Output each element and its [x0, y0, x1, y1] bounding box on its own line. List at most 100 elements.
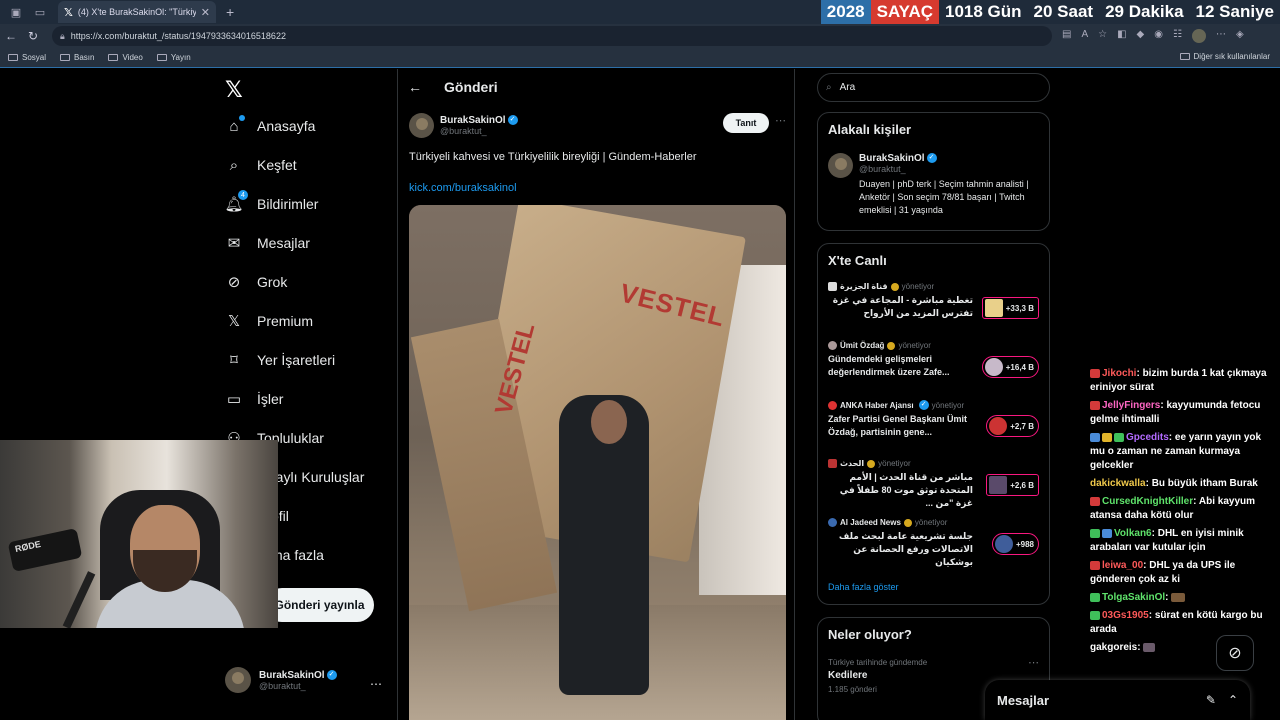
- messages-dock-title: Mesajlar: [997, 692, 1050, 708]
- trend-more-icon[interactable]: ⋯: [1028, 656, 1039, 669]
- back-arrow-icon[interactable]: ←: [408, 79, 422, 95]
- nav-grok[interactable]: ⊘ Grok: [225, 273, 288, 291]
- x-logo-icon[interactable]: 𝕏: [225, 77, 243, 103]
- live-item[interactable]: Ümit Özdağ yönetiyor Gündemdeki gelişmele…: [828, 341, 1043, 379]
- menu-icon[interactable]: ⋯: [1216, 29, 1226, 43]
- counter-hours: 20 Saat: [1033, 2, 1094, 21]
- nav-explore[interactable]: ⌕ Keşfet: [225, 156, 297, 174]
- post-author[interactable]: BurakSakinOl ✓ @buraktut_: [409, 113, 518, 138]
- post-button[interactable]: Gönderi yayınla: [265, 588, 374, 622]
- chat-message: 03Gs1905: sürat en kötü kargo bu arada: [1090, 610, 1263, 635]
- messages-dock[interactable]: Mesajlar ✎ ⌃: [985, 680, 1250, 720]
- profile-avatar[interactable]: [1191, 29, 1206, 43]
- live-item[interactable]: قناة الجزيرة yönetiyor تغطية مباشرة - الم…: [828, 282, 1043, 320]
- nav-premium[interactable]: 𝕏 Premium: [225, 312, 313, 330]
- counter-minutes: 29 Dakika: [1105, 2, 1184, 21]
- grok-icon: ⊘: [1228, 645, 1242, 662]
- live-item[interactable]: ANKA Haber Ajansı ✓ yönetiyor Zafer Partis…: [828, 400, 1043, 439]
- favorite-star-icon[interactable]: ☆: [1098, 29, 1107, 43]
- new-tab-icon[interactable]: +: [226, 4, 234, 20]
- trend-name[interactable]: Kedilere: [828, 670, 867, 681]
- avatar[interactable]: [828, 153, 853, 178]
- back-icon[interactable]: ←: [0, 29, 22, 43]
- read-aloud-icon[interactable]: A: [1081, 29, 1088, 43]
- bookmark-folder[interactable]: Basın: [60, 53, 94, 62]
- promote-button[interactable]: Tanıt: [723, 113, 769, 133]
- chat-emote-icon: [1143, 642, 1156, 652]
- verified-badge-icon: ✓: [326, 669, 337, 680]
- live-source-row: ANKA Haber Ajansı ✓ yönetiyor: [828, 400, 1043, 410]
- author-name[interactable]: BurakSakinOl: [440, 115, 506, 126]
- live-listeners[interactable]: +2,6 B: [986, 474, 1039, 496]
- address-bar-row: ← ↻ 🔒︎ https://x.com/buraktut_/status/19…: [0, 24, 1280, 48]
- live-role: yönetiyor: [878, 459, 911, 468]
- nav-notifications[interactable]: 🔔︎ 4 Bildirimler: [224, 190, 318, 213]
- nav-bookmarks[interactable]: ⌑ Yer İşaretleri: [225, 351, 335, 369]
- source-logo-icon: [828, 518, 837, 527]
- live-source: الحدث: [840, 459, 865, 468]
- url-field[interactable]: 🔒︎ https://x.com/buraktut_/status/194793…: [52, 26, 1052, 46]
- nav-label: İşler: [257, 391, 284, 407]
- chat-message: dakickwalla: Bu büyük itham Burak: [1090, 478, 1258, 489]
- live-item[interactable]: الحدث yönetiyor مباشر من قناة الحدث | الأ…: [828, 459, 1043, 510]
- show-more-link[interactable]: Daha fazla göster: [828, 582, 899, 592]
- other-bookmarks[interactable]: Diğer sık kullanılanlar: [1179, 52, 1270, 61]
- live-item[interactable]: Al Jadeed News yönetiyor جلسة تشريعية عام…: [828, 518, 1043, 569]
- chat-badge-icon: [1090, 432, 1100, 442]
- bookmark-folder[interactable]: Yayın: [156, 53, 191, 62]
- extension-icon[interactable]: ◆: [1137, 29, 1145, 43]
- folder-icon: [1179, 53, 1190, 60]
- account-more-icon[interactable]: ⋯: [370, 677, 382, 691]
- avatar[interactable]: [409, 113, 434, 138]
- copilot-icon[interactable]: ◈: [1236, 29, 1244, 43]
- live-listeners[interactable]: +988: [991, 533, 1039, 555]
- live-listeners[interactable]: +16,4 B: [981, 356, 1039, 378]
- related-name[interactable]: BurakSakinOl: [859, 153, 925, 164]
- bookmark-label: Sosyal: [22, 53, 47, 62]
- bookmark-folder[interactable]: Video: [108, 53, 143, 62]
- nav-home[interactable]: ⌂ Anasayfa: [225, 115, 315, 135]
- post-link[interactable]: kick.com/buraksakinol: [409, 182, 517, 194]
- verified-badge-icon: ✓: [918, 400, 929, 410]
- right-sidebar: ⌕ Ara Alakalı kişiler BurakSakinOl ✓ @bur…: [817, 69, 1050, 720]
- chat-user: gakgoreis: [1090, 642, 1138, 653]
- verified-org-badge-icon: [890, 282, 899, 291]
- nav-messages[interactable]: ✉ Mesajlar: [225, 234, 310, 252]
- refresh-icon[interactable]: ↻: [22, 29, 44, 43]
- new-message-icon[interactable]: ✎: [1206, 693, 1216, 707]
- chat-badge-icon: [1090, 560, 1100, 570]
- live-listeners[interactable]: +2,7 B: [986, 415, 1039, 437]
- live-count: +2,6 B: [1010, 480, 1034, 490]
- post-video[interactable]: VESTEL VESTEL: [409, 205, 786, 720]
- post-more-icon[interactable]: ⋯: [775, 114, 786, 127]
- author-name-row: BurakSakinOl ✓: [440, 115, 518, 126]
- extension-icon[interactable]: ◧: [1117, 29, 1126, 43]
- nav-jobs[interactable]: ▭ İşler: [225, 390, 284, 408]
- author-handle[interactable]: @buraktut_: [440, 126, 518, 136]
- live-listeners[interactable]: +33,3 B: [981, 297, 1039, 319]
- account-switcher[interactable]: BurakSakinOl ✓ @buraktut_: [225, 667, 337, 693]
- workspaces-icon[interactable]: ▣: [8, 4, 24, 20]
- bookmark-folder[interactable]: Sosyal: [8, 53, 46, 62]
- folder-icon: [156, 54, 167, 61]
- live-title: Zafer Partisi Genel Başkanı Ümit Özdağ, …: [828, 414, 968, 437]
- related-person[interactable]: BurakSakinOl ✓ @buraktut_ Duayen | phD te…: [828, 153, 1039, 217]
- search-input[interactable]: ⌕ Ara: [817, 73, 1050, 102]
- tab-close-icon[interactable]: ✕: [201, 6, 210, 19]
- live-source: Al Jadeed News: [840, 518, 901, 527]
- live-thumbnail: [994, 535, 1013, 553]
- live-count: +16,4 B: [1005, 362, 1034, 372]
- extension-icon[interactable]: ◉: [1154, 29, 1163, 43]
- mail-icon: ✉: [227, 235, 241, 252]
- verified-org-badge-icon: [867, 459, 876, 468]
- lock-icon[interactable]: 🔒︎: [60, 31, 65, 42]
- reader-icon[interactable]: ▤: [1062, 29, 1071, 43]
- browser-tab[interactable]: 𝕏 (4) X'te BurakSakinOl: "Türkiyeli k ✕: [58, 1, 216, 23]
- tab-actions-icon[interactable]: ▭: [32, 4, 48, 20]
- expand-icon[interactable]: ⌃: [1228, 693, 1238, 707]
- card-title: Alakalı kişiler: [828, 122, 912, 137]
- favorites-icon[interactable]: ☷: [1173, 29, 1182, 43]
- search-icon: ⌕: [229, 156, 239, 174]
- grok-floating-button[interactable]: ⊘: [1216, 635, 1254, 671]
- source-avatar-icon: [828, 341, 837, 350]
